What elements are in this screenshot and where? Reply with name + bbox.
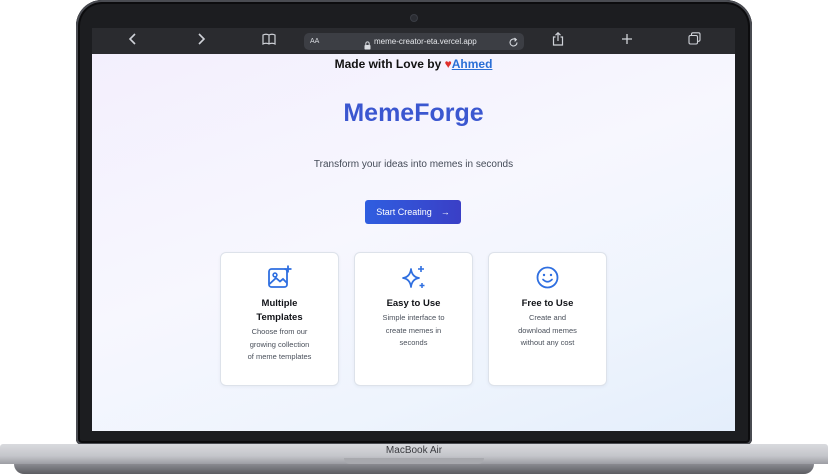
feature-description: Simple interface to create memes in seco… [382, 313, 445, 347]
feature-card-easy: Easy to Use Simple interface to create m… [354, 252, 473, 386]
sparkles-icon [400, 264, 427, 291]
credit-line: Made with Love by ♥Ahmed [92, 57, 735, 71]
feature-card-free: Free to Use Create and download memes wi… [488, 252, 607, 386]
arrow-right-icon: → [440, 207, 450, 217]
url-text: meme-creator-eta.vercel.app [374, 37, 477, 46]
feature-card-templates: Multiple Templates Choose from our growi… [220, 252, 339, 386]
author-link[interactable]: Ahmed [452, 57, 493, 71]
web-page: Made with Love by ♥Ahmed MemeForge Trans… [92, 54, 735, 431]
address-bar[interactable]: AA meme-creator-eta.vercel.app [304, 33, 524, 50]
book-icon[interactable] [261, 32, 277, 50]
reload-icon[interactable] [508, 35, 519, 53]
tagline: Transform your ideas into memes in secon… [313, 159, 514, 170]
tabs-icon[interactable] [687, 32, 701, 50]
credit-prefix: Made with Love by [334, 57, 442, 71]
feature-title: Free to Use [521, 298, 574, 309]
feature-description: Choose from our growing collection of me… [247, 327, 312, 361]
text-size-button[interactable]: AA [310, 35, 319, 48]
start-creating-button[interactable]: Start Creating → [365, 200, 461, 224]
feature-description: Create and download memes without any co… [518, 313, 577, 347]
plus-icon[interactable] [620, 32, 634, 50]
laptop-frame: AA meme-creator-eta.vercel.app Made with… [0, 0, 828, 475]
smile-icon [534, 264, 561, 291]
brand-title: MemeForge [343, 99, 484, 127]
laptop-base-foot [14, 464, 814, 474]
chevron-right-icon[interactable] [194, 32, 208, 50]
camera-dot [411, 15, 417, 21]
feature-title: Easy to Use [386, 298, 441, 309]
heart-icon: ♥ [441, 57, 452, 71]
image-plus-icon [266, 264, 293, 291]
screen: AA meme-creator-eta.vercel.app Made with… [92, 28, 735, 431]
model-label: MacBook Air [385, 445, 443, 456]
chevron-left-icon[interactable] [126, 32, 140, 50]
start-creating-label: Start Creating [376, 207, 432, 217]
browser-toolbar: AA meme-creator-eta.vercel.app [92, 28, 735, 54]
feature-title: Multiple Templates [256, 298, 303, 323]
base-notch [344, 458, 484, 464]
lock-icon [364, 37, 371, 55]
share-icon[interactable] [551, 31, 565, 50]
